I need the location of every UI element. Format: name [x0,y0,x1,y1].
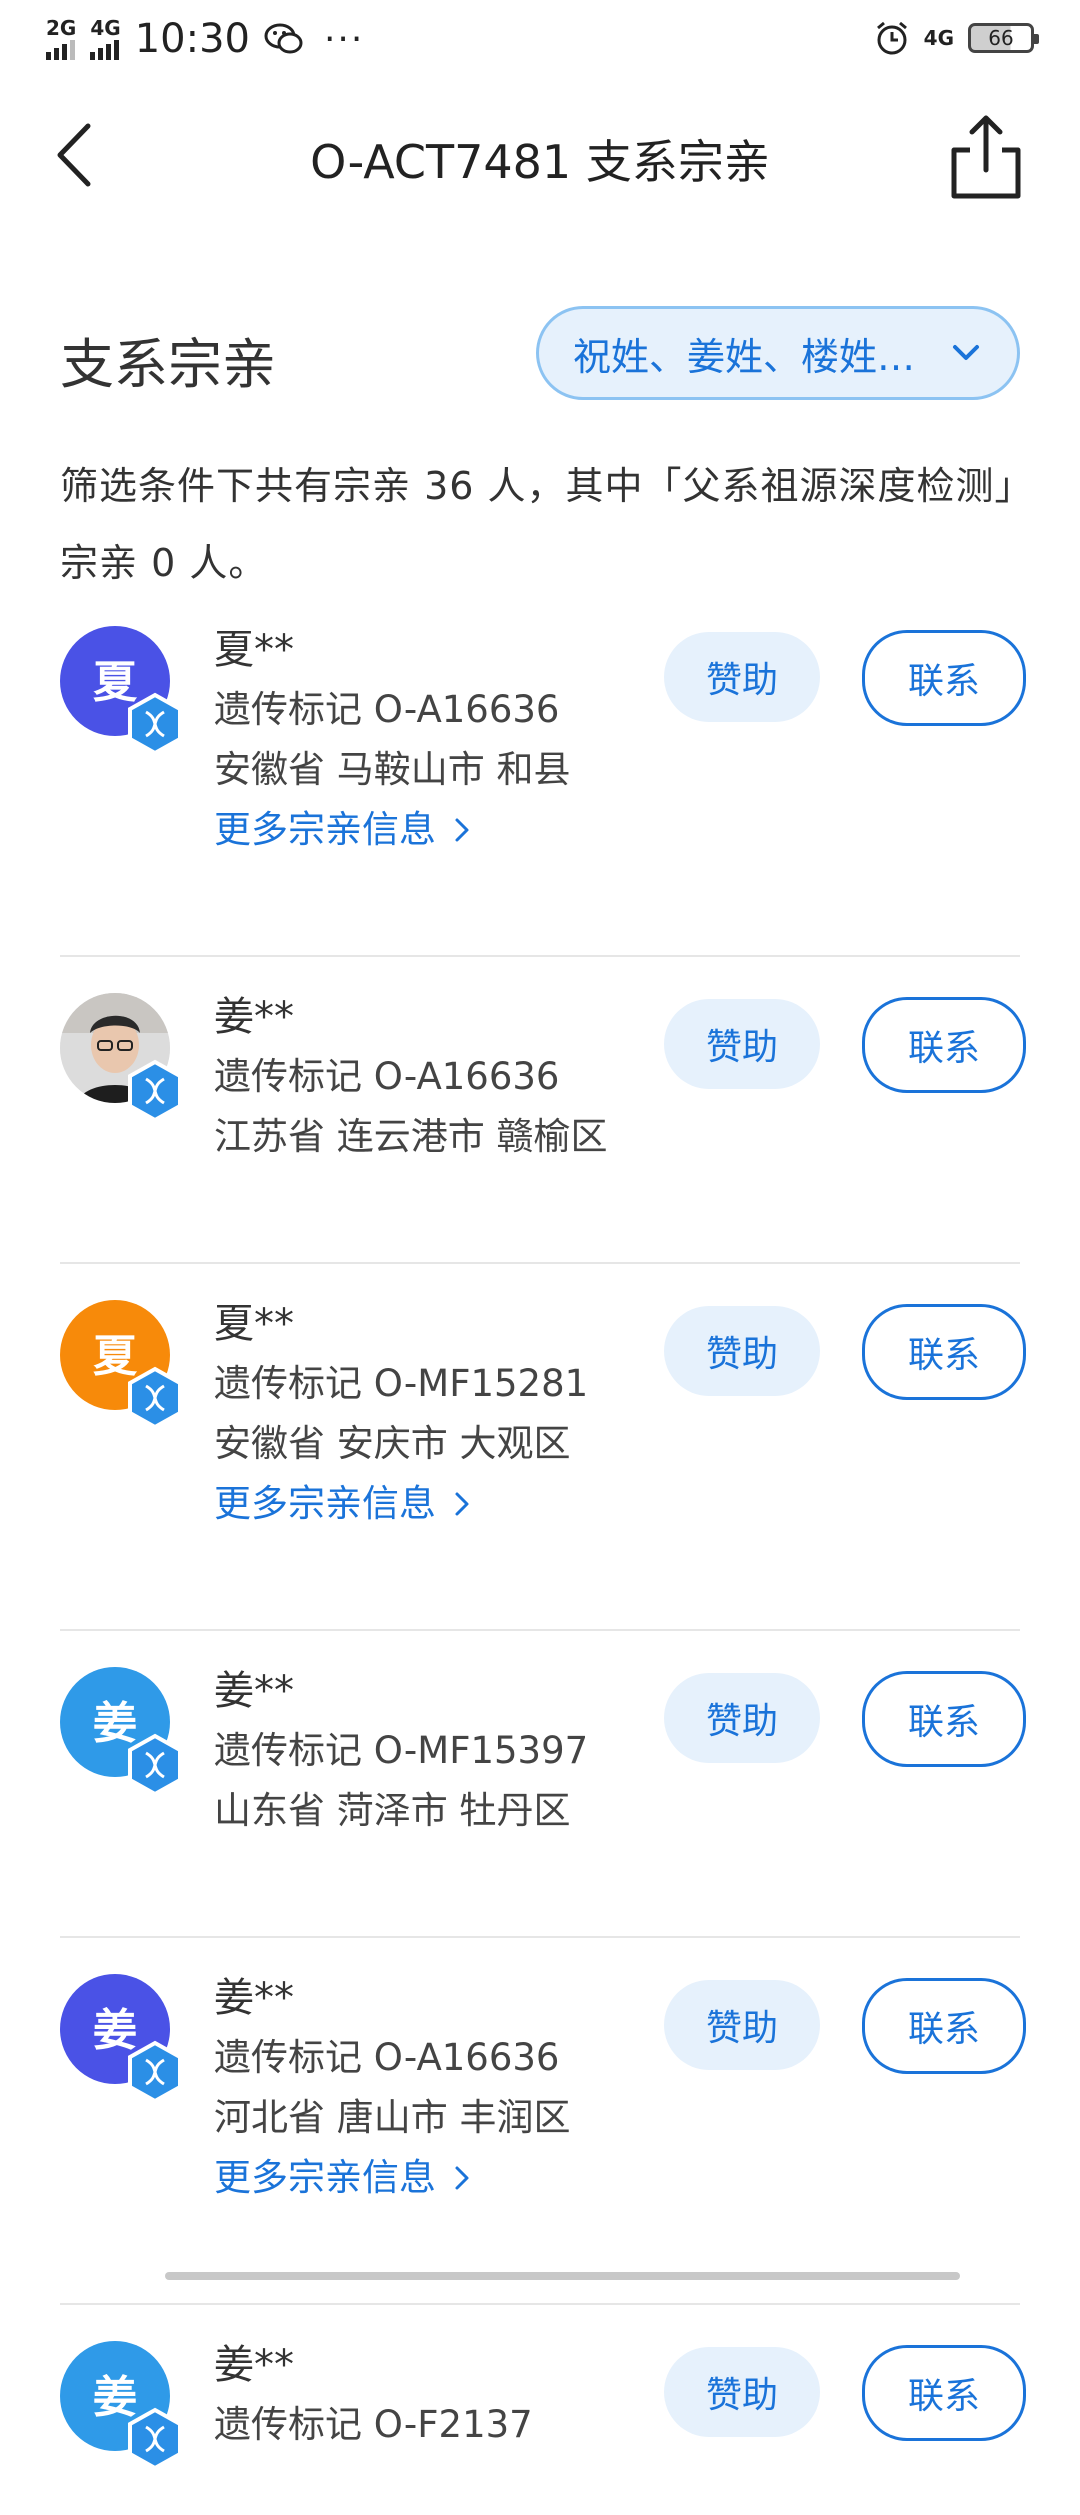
chevron-right-icon [455,818,469,842]
more-info-label: 更多宗亲信息 [214,1482,436,1525]
dna-badge-icon [128,2040,182,2104]
contact-button[interactable]: 联系 [862,2345,1026,2441]
wechat-icon [264,23,303,54]
genetic-marker: 遗传标记 O-A16636 [214,2036,560,2079]
battery-icon: 66 [968,23,1039,53]
sponsor-button[interactable]: 赞助 [664,999,820,1089]
relative-card[interactable]: 夏夏** 遗传标记 O-A16636 安徽省 马鞍山市 和县 更多宗亲信息 赞助 联系 [60,620,1026,957]
relative-card[interactable]: 姜姜** 遗传标记 O-A16636 河北省 唐山市 丰润区 更多宗亲信息 赞助 联系 [60,1968,1026,2305]
alarm-icon [876,21,907,55]
relative-info: 夏** 遗传标记 O-A16636 安徽省 马鞍山市 和县 更多宗亲信息 [214,620,571,860]
chevron-right-icon [455,2166,469,2190]
chevron-down-icon [953,345,979,360]
contact-label: 联系 [907,1028,980,1069]
dna-badge-icon [128,1059,182,1123]
battery-level: 66 [988,26,1014,50]
relative-info: 姜** 遗传标记 O-A16636 河北省 唐山市 丰润区 更多宗亲信息 [214,1968,571,2208]
more-info-label: 更多宗亲信息 [214,808,436,851]
filter-value: 祝姓、姜姓、楼姓… [573,334,916,379]
dna-badge-icon [128,692,182,756]
relative-card[interactable]: 夏夏** 遗传标记 O-MF15281 安徽省 安庆市 大观区 更多宗亲信息 赞助 联系 [60,1294,1026,1631]
chevron-right-icon [455,1492,469,1516]
relative-name: 姜** [214,1668,294,1714]
surname-filter-dropdown[interactable]: 祝姓、姜姓、楼姓… [536,306,1020,400]
relative-info: 夏** 遗传标记 O-MF15281 安徽省 安庆市 大观区 更多宗亲信息 [214,1294,588,1534]
signal-4g-icon: 4G [90,16,121,60]
relative-name: 姜** [214,1975,294,2021]
genetic-marker: 遗传标记 O-MF15397 [214,1729,589,1772]
sponsor-label: 赞助 [705,2375,778,2416]
share-button[interactable] [946,112,1026,202]
status-bar: 2G 4G 10:30 ··· 4G 66 [0,0,1080,80]
contact-button[interactable]: 联系 [862,1978,1026,2074]
more-info-link[interactable]: 更多宗亲信息 [214,800,571,860]
more-notifications-icon: ··· [323,18,365,60]
page-title: O-ACT7481 支系宗亲 [310,135,770,189]
sponsor-label: 赞助 [705,1334,778,1375]
nav-bar: O-ACT7481 支系宗亲 [0,90,1080,220]
relative-card[interactable]: 姜姜** 遗传标记 O-F2137 赞助 联系 [60,2335,1026,2495]
contact-label: 联系 [907,1335,980,1376]
location: 安徽省 安庆市 大观区 [214,1422,571,1465]
relative-name: 夏** [214,1301,294,1347]
network-4g-right: 4G [923,26,954,50]
relative-name: 姜** [214,994,294,1040]
contact-label: 联系 [907,2009,980,2050]
status-left: 2G 4G 10:30 ··· [46,16,364,62]
location: 河北省 唐山市 丰润区 [214,2096,571,2139]
sponsor-button[interactable]: 赞助 [664,1673,820,1763]
relative-info: 姜** 遗传标记 O-MF15397 山东省 菏泽市 牡丹区 [214,1661,588,1841]
sponsor-label: 赞助 [705,660,778,701]
status-right: 4G 66 [874,20,1039,56]
relative-info: 姜** 遗传标记 O-F2137 [214,2335,533,2515]
relative-info: 姜** 遗传标记 O-A16636 江苏省 连云港市 赣榆区 [214,987,608,1167]
relatives-list: 夏夏** 遗传标记 O-A16636 安徽省 马鞍山市 和县 更多宗亲信息 赞助 联系 姜*… [60,620,1026,2495]
more-info-label: 更多宗亲信息 [214,2156,436,2199]
sponsor-label: 赞助 [705,1027,778,1068]
contact-button[interactable]: 联系 [862,630,1026,726]
contact-label: 联系 [907,1702,980,1743]
genetic-marker: 遗传标记 O-A16636 [214,1055,560,1098]
contact-button[interactable]: 联系 [862,997,1026,1093]
location: 江苏省 连云港市 赣榆区 [214,1115,608,1158]
sponsor-label: 赞助 [705,1701,778,1742]
status-time: 10:30 [134,16,250,62]
relative-card[interactable]: 姜姜** 遗传标记 O-MF15397 山东省 菏泽市 牡丹区 赞助 联系 [60,1661,1026,1938]
relative-card[interactable]: 姜** 遗传标记 O-A16636 江苏省 连云港市 赣榆区 赞助 联系 [60,987,1026,1264]
summary-text: 筛选条件下共有宗亲 36 人，其中「父系祖源深度检测」宗亲 0 人。 [60,464,1015,585]
genetic-marker: 遗传标记 O-MF15281 [214,1362,589,1405]
sponsor-button[interactable]: 赞助 [664,1980,820,2070]
more-info-link[interactable]: 更多宗亲信息 [214,1474,588,1534]
sponsor-button[interactable]: 赞助 [664,1306,820,1396]
section-title: 支系宗亲 [60,333,276,396]
contact-button[interactable]: 联系 [862,1671,1026,1767]
relative-name: 夏** [214,627,294,673]
network-4g-label: 4G [90,16,121,40]
sponsor-button[interactable]: 赞助 [664,2347,820,2437]
genetic-marker: 遗传标记 O-A16636 [214,688,560,731]
signal-2g-icon: 2G [46,18,76,60]
relative-name: 姜** [214,2342,294,2388]
dna-badge-icon [128,2407,182,2471]
dna-badge-icon [128,1366,182,1430]
location: 山东省 菏泽市 牡丹区 [214,1789,571,1832]
network-2g-label: 2G [46,16,77,40]
more-info-link[interactable]: 更多宗亲信息 [214,2148,571,2208]
contact-label: 联系 [907,661,980,702]
sponsor-label: 赞助 [705,2008,778,2049]
location: 安徽省 马鞍山市 和县 [214,748,571,791]
genetic-marker: 遗传标记 O-F2137 [214,2403,533,2446]
sponsor-button[interactable]: 赞助 [664,632,820,722]
contact-label: 联系 [907,2376,980,2417]
dna-badge-icon [128,1733,182,1797]
location [214,2455,533,2515]
contact-button[interactable]: 联系 [862,1304,1026,1400]
home-indicator [165,2272,960,2280]
